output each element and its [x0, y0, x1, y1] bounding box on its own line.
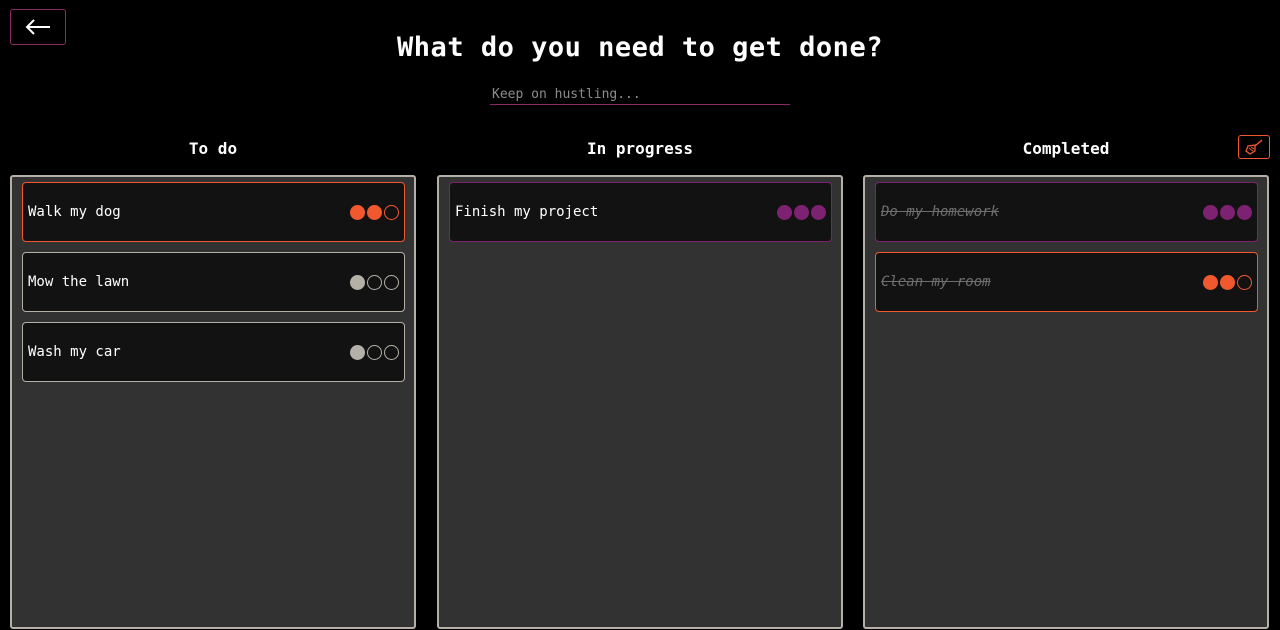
- column-title-todo: To do: [188, 139, 238, 158]
- task-label: Walk my dog: [28, 204, 121, 220]
- priority-indicator[interactable]: [777, 204, 826, 220]
- priority-dot-icon[interactable]: [384, 274, 399, 290]
- task-label: Finish my project: [455, 204, 599, 220]
- priority-dot-icon[interactable]: [794, 204, 809, 220]
- priority-dot-icon[interactable]: [1220, 274, 1235, 290]
- priority-dot-icon[interactable]: [1203, 204, 1218, 220]
- task-card[interactable]: Finish my project: [449, 182, 832, 242]
- task-card[interactable]: Walk my dog: [22, 182, 405, 242]
- task-label: Do my homework: [881, 204, 1000, 220]
- priority-dot-icon[interactable]: [350, 274, 365, 290]
- priority-dot-icon[interactable]: [384, 204, 399, 220]
- column-title-in-progress: In progress: [587, 139, 693, 158]
- task-label: Wash my car: [28, 344, 121, 360]
- priority-dot-icon[interactable]: [384, 344, 399, 360]
- task-card[interactable]: Mow the lawn: [22, 252, 405, 312]
- priority-indicator[interactable]: [1203, 274, 1252, 290]
- priority-indicator[interactable]: [1203, 204, 1252, 220]
- column-in-progress[interactable]: Finish my project: [437, 175, 843, 629]
- priority-dot-icon[interactable]: [367, 204, 382, 220]
- priority-dot-icon[interactable]: [1220, 204, 1235, 220]
- column-todo[interactable]: Walk my dog Mow the lawn Wash my car: [10, 175, 416, 629]
- priority-dot-icon[interactable]: [777, 204, 792, 220]
- priority-indicator[interactable]: [350, 204, 399, 220]
- priority-dot-icon[interactable]: [350, 344, 365, 360]
- priority-dot-icon[interactable]: [367, 274, 382, 290]
- priority-dot-icon[interactable]: [350, 204, 365, 220]
- priority-dot-icon[interactable]: [1237, 204, 1252, 220]
- new-task-input[interactable]: [490, 85, 790, 105]
- priority-indicator[interactable]: [350, 344, 399, 360]
- task-card[interactable]: Do my homework: [875, 182, 1258, 242]
- priority-dot-icon[interactable]: [811, 204, 826, 220]
- priority-dot-icon[interactable]: [367, 344, 382, 360]
- clear-completed-button[interactable]: [1238, 135, 1270, 159]
- task-label: Clean my room: [881, 274, 991, 290]
- task-label: Mow the lawn: [28, 274, 130, 290]
- task-card[interactable]: Clean my room: [875, 252, 1258, 312]
- priority-dot-icon[interactable]: [1203, 274, 1218, 290]
- page-title: What do you need to get done?: [397, 32, 883, 63]
- column-completed[interactable]: Do my homework Clean my room: [863, 175, 1269, 629]
- priority-dot-icon[interactable]: [1237, 274, 1252, 290]
- task-card[interactable]: Wash my car: [22, 322, 405, 382]
- broom-icon: [1245, 139, 1263, 155]
- column-title-completed: Completed: [1022, 139, 1110, 158]
- priority-indicator[interactable]: [350, 274, 399, 290]
